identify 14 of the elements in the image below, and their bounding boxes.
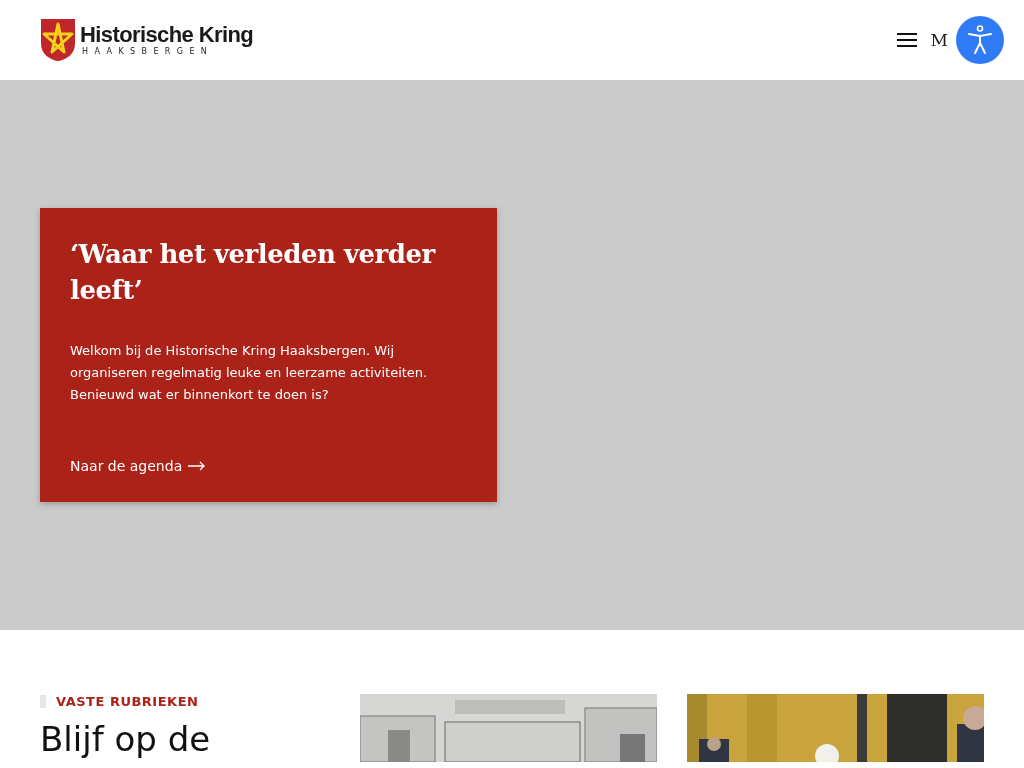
shield-star-icon	[40, 18, 76, 62]
logo-subtitle: HAAKSBERGEN	[82, 47, 214, 57]
hero-text: Welkom bij de Historische Kring Haaksbergen. Wij organiseren regelmatig leuke en leerzame activiteiten. Benieuwd wat er binnenkort te doen is?	[70, 342, 429, 404]
arrow-right-icon	[188, 461, 207, 471]
section-heading: Blijf op de	[40, 719, 212, 759]
agenda-link[interactable]: Naar de agenda	[70, 458, 207, 474]
eyebrow-marker	[40, 695, 46, 708]
menu-label[interactable]: M	[930, 30, 948, 50]
logo-title[interactable]: Historische Kring	[80, 23, 254, 47]
accessibility-person-icon	[967, 25, 993, 55]
menu-icon[interactable]	[896, 32, 917, 48]
hero-title: ‘Waar het verleden verder leeft’	[70, 238, 437, 307]
section-eyebrow: VASTE RUBRIEKEN	[56, 694, 199, 709]
accessibility-button[interactable]	[956, 16, 1004, 64]
